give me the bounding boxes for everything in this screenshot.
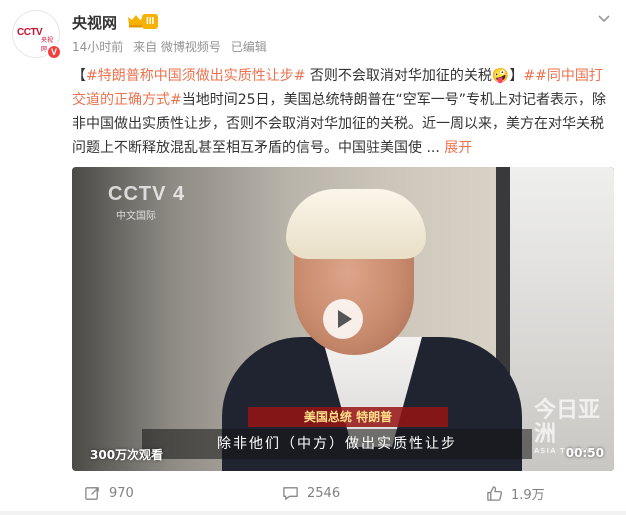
card-divider	[0, 511, 626, 515]
post-time[interactable]: 14小时前	[72, 40, 123, 54]
comment-button[interactable]: 2546	[282, 482, 340, 504]
view-count: 300万次观看	[90, 448, 164, 462]
video-duration: 00:50	[565, 446, 604, 460]
verified-badge-icon: V	[46, 44, 62, 60]
hashtag-trump-china[interactable]: #特朗普称中国须做出实质性让步#	[86, 68, 305, 84]
author-name[interactable]: 央视网	[72, 12, 117, 33]
action-bar: 970 2546 1.9万	[0, 478, 626, 508]
cctv-watermark: CCTV 4	[108, 183, 186, 205]
bracket-open: 【	[72, 68, 86, 84]
caption-title: 美国总统 特朗普	[248, 407, 448, 427]
expand-link[interactable]: 展开	[444, 140, 472, 156]
thumbs-up-icon	[487, 485, 503, 501]
avatar-logo-text: CCTV	[17, 27, 43, 38]
post-meta: 14小时前 来自 微博视频号 已编辑	[72, 38, 273, 55]
repost-count: 970	[109, 485, 134, 501]
repost-icon	[85, 486, 99, 500]
asia-watermark-text: 今日亚洲	[534, 398, 601, 447]
video-figure-hair	[286, 189, 426, 259]
post-text: 【#特朗普称中国须做出实质性让步# 否则不会取消对华加征的关税🤪】##同中国打交…	[72, 64, 612, 160]
like-count: 1.9万	[511, 487, 545, 503]
emoji-icon: 🤪	[491, 68, 510, 84]
level-badge: III	[142, 14, 159, 29]
comment-icon	[283, 486, 298, 500]
play-icon[interactable]	[323, 299, 363, 339]
bracket-close: 】	[509, 68, 524, 84]
comment-count: 2546	[307, 485, 341, 501]
weibo-post-card: CCTV 央视网.com V 央视网 III 14小时前 来自 微博视频号 已编…	[0, 0, 626, 515]
chevron-down-icon[interactable]	[596, 10, 612, 26]
like-button[interactable]: 1.9万	[486, 482, 545, 504]
post-edited: 已编辑	[230, 40, 267, 54]
post-source: 来自 微博视频号	[133, 40, 221, 54]
caption-main: 除非他们（中方）做出实质性让步	[142, 429, 532, 459]
video-player[interactable]: CCTV 4 中文国际 美国总统 特朗普 除非他们（中方）做出实质性让步 今日亚…	[72, 167, 614, 471]
ellipsis: ...	[422, 140, 445, 156]
cctv-watermark-sub: 中文国际	[116, 211, 156, 222]
repost-button[interactable]: 970	[84, 482, 134, 504]
post-lead: 否则不会取消对华加征的关税	[305, 68, 492, 84]
